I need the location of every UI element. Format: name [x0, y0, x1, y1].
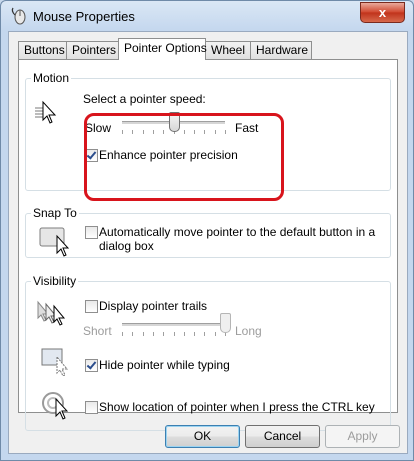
mouse-properties-window: Mouse Properties x Buttons Pointers Poin… [0, 0, 414, 461]
hide-pointer-checkbox[interactable] [85, 359, 98, 372]
hide-pointer-icon [41, 348, 69, 376]
pointer-trails-track[interactable] [122, 323, 225, 326]
slider-tick [163, 332, 164, 336]
hide-pointer-label[interactable]: Hide pointer while typing [99, 358, 230, 372]
snap-to-checkbox[interactable] [85, 226, 98, 239]
slider-tick [194, 332, 195, 336]
show-location-label[interactable]: Show location of pointer when I press th… [99, 400, 375, 414]
tab-pointers[interactable]: Pointers [66, 41, 119, 59]
slider-tick [143, 332, 144, 336]
pointer-speed-label: Select a pointer speed: [83, 92, 206, 106]
snap-to-icon [39, 227, 70, 257]
slider-tick [132, 332, 133, 336]
slider-tick [215, 332, 216, 336]
tab-pointer-options[interactable]: Pointer Options [118, 38, 207, 60]
snap-to-label-line2[interactable]: dialog box [99, 239, 154, 253]
title-bar[interactable]: Mouse Properties x [1, 1, 413, 31]
pointer-trails-checkbox[interactable] [85, 300, 98, 313]
short-label: Short [83, 324, 112, 338]
speed-highlight-annotation [84, 113, 284, 201]
pointer-trails-slider-thumb[interactable] [220, 313, 231, 333]
mouse-icon [11, 7, 26, 25]
motion-group-label: Motion [31, 71, 72, 85]
slider-tick [204, 332, 205, 336]
slider-tick [153, 332, 154, 336]
show-location-icon [42, 392, 69, 420]
slider-tick [122, 332, 123, 336]
dialog-client: Buttons Pointers Pointer Options Wheel H… [8, 31, 408, 454]
ok-button[interactable]: OK [165, 425, 240, 448]
cancel-button[interactable]: Cancel [245, 425, 320, 448]
window-title: Mouse Properties [33, 9, 135, 24]
long-label: Long [235, 324, 262, 338]
pointer-options-panel: Motion Select a pointer speed: Slow Fast… [18, 59, 398, 431]
show-location-checkbox[interactable] [85, 401, 98, 414]
close-button[interactable]: x [360, 2, 405, 23]
tab-hardware[interactable]: Hardware [250, 41, 312, 59]
pointer-speed-icon [35, 100, 57, 124]
tab-buttons[interactable]: Buttons [18, 41, 67, 59]
slider-tick [174, 332, 175, 336]
snap-to-label-line1[interactable]: Automatically move pointer to the defaul… [99, 225, 375, 239]
pointer-trails-label[interactable]: Display pointer trails [99, 299, 207, 313]
snap-to-group-label: Snap To [31, 206, 79, 220]
slider-tick [184, 332, 185, 336]
tab-wheel[interactable]: Wheel [205, 41, 251, 59]
apply-button: Apply [325, 425, 400, 448]
close-icon: x [378, 5, 387, 20]
pointer-trails-icon [37, 300, 66, 326]
visibility-group-label: Visibility [31, 274, 79, 288]
